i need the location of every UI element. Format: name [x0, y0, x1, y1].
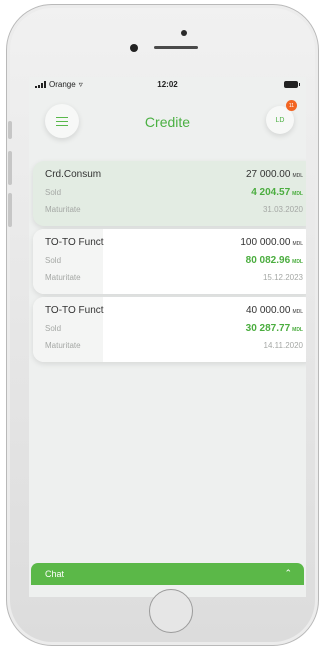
- avatar[interactable]: LD 11: [266, 100, 297, 134]
- credit-card-3[interactable]: TO-TO Funct 40 000.00 MDL Sold 30 287.77 M…: [33, 297, 306, 362]
- credit-amount: 100 000.00 MDL: [240, 237, 303, 248]
- chat-bar[interactable]: Chat ⌃: [31, 563, 304, 585]
- credit-card-1[interactable]: Crd.Consum 27 000.00 MDL Sold 4 204.57 MDL…: [33, 161, 306, 226]
- maturity-date: 15.12.2023: [262, 273, 303, 282]
- maturity-date: 31.03.2020: [262, 205, 303, 214]
- chevron-up-icon[interactable]: ⌃: [284, 568, 292, 579]
- mute-switch: [8, 121, 12, 139]
- sold-amount: 4 204.57 MDL: [251, 187, 303, 198]
- maturity-label: Maturitate: [45, 205, 81, 214]
- credit-amount: 27 000.00 MDL: [245, 169, 303, 180]
- credit-name: Crd.Consum: [45, 169, 102, 180]
- chat-label: Chat: [45, 569, 65, 579]
- proximity-sensor: [130, 44, 138, 52]
- phone-frame: Orange ▿ 12:02 Credite LD 11 Crd.Consum …: [6, 4, 319, 646]
- sold-amount: 30 287.77 MDL: [245, 323, 303, 334]
- credit-amount: 40 000.00 MDL: [245, 305, 303, 316]
- sold-label: Sold: [45, 256, 62, 265]
- battery-icon: [284, 81, 300, 88]
- maturity-label: Maturitate: [45, 341, 81, 350]
- sold-label: Sold: [45, 324, 62, 333]
- credit-name: TO-TO Funct: [45, 305, 104, 316]
- app-screen: Orange ▿ 12:02 Credite LD 11 Crd.Consum …: [29, 77, 306, 597]
- notification-badge: 11: [286, 100, 297, 111]
- credit-card-2[interactable]: TO-TO Funct 100 000.00 MDL Sold 80 082.96…: [33, 229, 306, 294]
- app-header: Credite LD 11: [29, 95, 306, 147]
- status-bar: Orange ▿ 12:02: [29, 77, 306, 93]
- avatar-initials: LD: [275, 116, 285, 124]
- maturity-label: Maturitate: [45, 273, 81, 282]
- volume-up-button: [8, 151, 12, 185]
- sold-amount: 80 082.96 MDL: [245, 255, 303, 266]
- sold-label: Sold: [45, 188, 62, 197]
- status-time: 12:02: [157, 80, 178, 89]
- page-title: Credite: [144, 114, 191, 130]
- volume-down-button: [8, 193, 12, 227]
- credit-name: TO-TO Funct: [45, 237, 104, 248]
- front-camera: [181, 30, 187, 36]
- home-button[interactable]: [149, 589, 193, 633]
- maturity-date: 14.11.2020: [263, 341, 303, 350]
- earpiece-speaker: [154, 46, 198, 49]
